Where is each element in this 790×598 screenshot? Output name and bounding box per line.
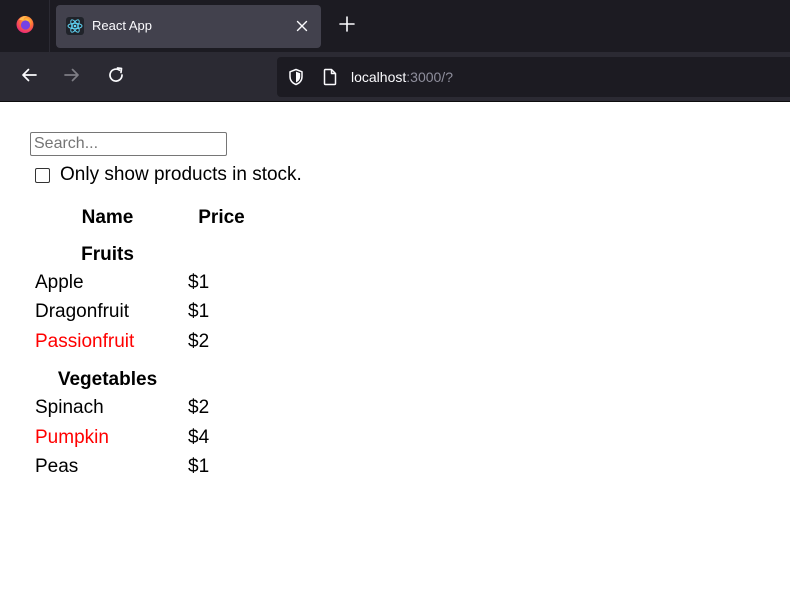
product-name-out-of-stock: Passionfruit bbox=[35, 331, 135, 352]
product-name: Dragonfruit bbox=[35, 301, 129, 322]
in-stock-label[interactable]: Only show products in stock. bbox=[60, 164, 302, 186]
category-row-fruits: Fruits bbox=[81, 244, 134, 265]
page-content: Only show products in stock. Name Price … bbox=[0, 102, 790, 598]
reload-icon bbox=[107, 66, 125, 89]
close-icon[interactable] bbox=[293, 17, 311, 35]
url-path: :3000/? bbox=[406, 69, 453, 85]
product-price: $1 bbox=[188, 456, 210, 477]
product-price: $1 bbox=[188, 301, 210, 322]
product-name: Peas bbox=[35, 456, 79, 477]
search-input[interactable] bbox=[30, 132, 227, 156]
in-stock-checkbox[interactable] bbox=[35, 167, 50, 183]
product-name: Apple bbox=[35, 272, 84, 293]
back-arrow-icon bbox=[20, 66, 38, 89]
tab-title: React App bbox=[92, 18, 152, 33]
forward-arrow-icon bbox=[63, 66, 81, 89]
product-price: $2 bbox=[188, 331, 210, 352]
url-text[interactable]: localhost:3000/? bbox=[351, 69, 453, 85]
page-icon[interactable] bbox=[320, 67, 340, 87]
firefox-logo-icon bbox=[15, 14, 35, 39]
firefox-menu-button[interactable] bbox=[0, 0, 50, 52]
product-price: $4 bbox=[188, 427, 210, 448]
tab-bar: React App bbox=[0, 0, 790, 52]
product-price: $1 bbox=[188, 272, 210, 293]
forward-button[interactable] bbox=[60, 65, 84, 89]
in-stock-filter[interactable]: Only show products in stock. bbox=[35, 164, 302, 186]
product-name-out-of-stock: Pumpkin bbox=[35, 427, 109, 448]
tab-react-app[interactable]: React App bbox=[56, 5, 321, 48]
reload-button[interactable] bbox=[104, 65, 128, 89]
back-button[interactable] bbox=[17, 65, 41, 89]
address-bar[interactable]: localhost:3000/? bbox=[277, 57, 790, 97]
name-column-header: Name bbox=[81, 207, 134, 228]
shield-icon[interactable] bbox=[286, 67, 306, 87]
product-name: Spinach bbox=[35, 397, 104, 418]
product-price: $2 bbox=[188, 397, 210, 418]
navigation-toolbar: localhost:3000/? bbox=[0, 52, 790, 102]
plus-icon bbox=[339, 15, 355, 37]
new-tab-button[interactable] bbox=[336, 15, 358, 37]
react-logo-icon bbox=[66, 17, 84, 35]
category-row-vegetables: Vegetables bbox=[57, 369, 158, 390]
url-host: localhost bbox=[351, 69, 407, 85]
price-column-header: Price bbox=[198, 207, 245, 228]
